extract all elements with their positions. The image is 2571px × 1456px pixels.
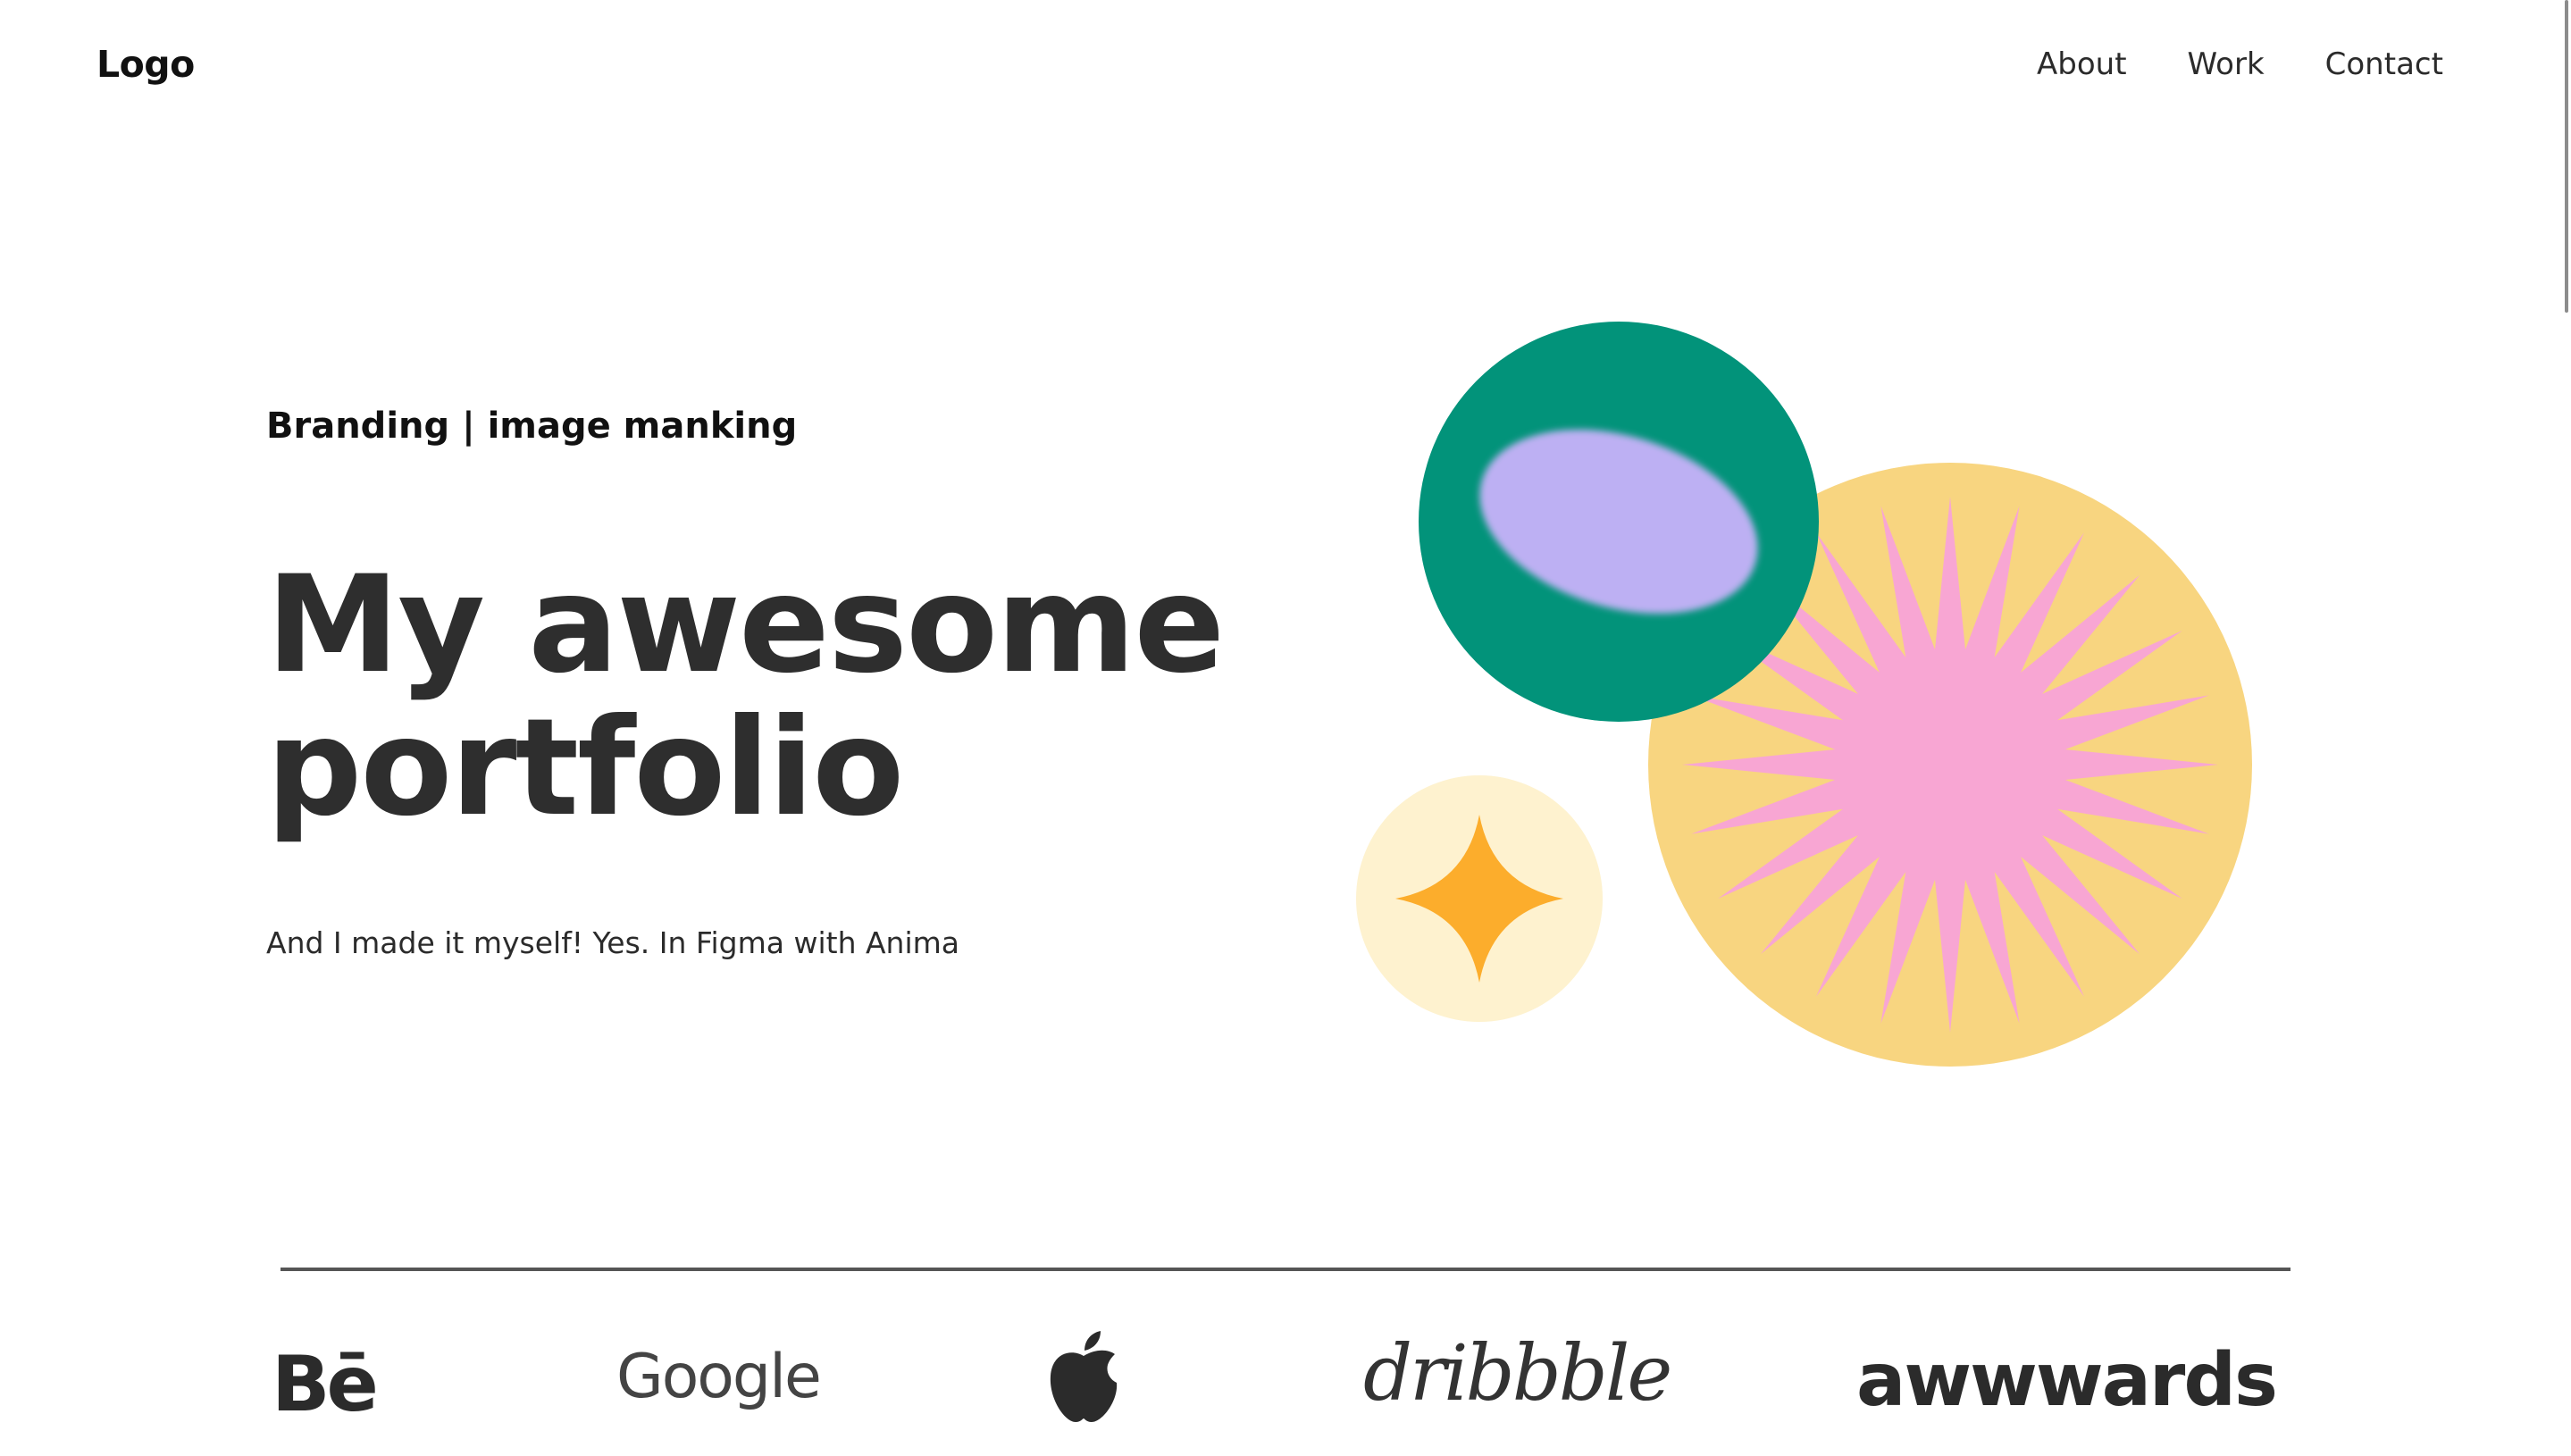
hero-subtitle: And I made it myself! Yes. In Figma with…	[266, 925, 959, 960]
section-divider	[281, 1268, 2290, 1271]
awwwards-logo[interactable]: awwwards	[1856, 1338, 2278, 1423]
hero-tagline: Branding | image manking	[266, 406, 798, 447]
page-scrollbar[interactable]	[2562, 0, 2571, 313]
hero-illustration	[1356, 322, 2252, 1067]
apple-logo-icon[interactable]	[1045, 1329, 1122, 1426]
site-logo[interactable]: Logo	[96, 43, 195, 86]
main-nav: About Work Contact	[2037, 46, 2443, 82]
nav-contact-link[interactable]: Contact	[2325, 46, 2443, 82]
nav-about-link[interactable]: About	[2037, 46, 2127, 82]
hero-title: My awesome portfolio	[266, 554, 1338, 840]
dribbble-logo[interactable]: dribbble	[1363, 1329, 1672, 1418]
nav-work-link[interactable]: Work	[2188, 46, 2265, 82]
portfolio-page: Logo About Work Contact Branding | image…	[0, 0, 2571, 1456]
scrollbar-thumb[interactable]	[2565, 0, 2568, 313]
brand-logos-row: Bē Google dribbble awwwards	[268, 1322, 2323, 1447]
behance-logo[interactable]: Bē	[272, 1340, 379, 1429]
google-logo[interactable]: Google	[616, 1342, 822, 1412]
hero-title-line-2: portfolio	[266, 690, 904, 846]
hero-title-line-1: My awesome	[266, 548, 1225, 703]
